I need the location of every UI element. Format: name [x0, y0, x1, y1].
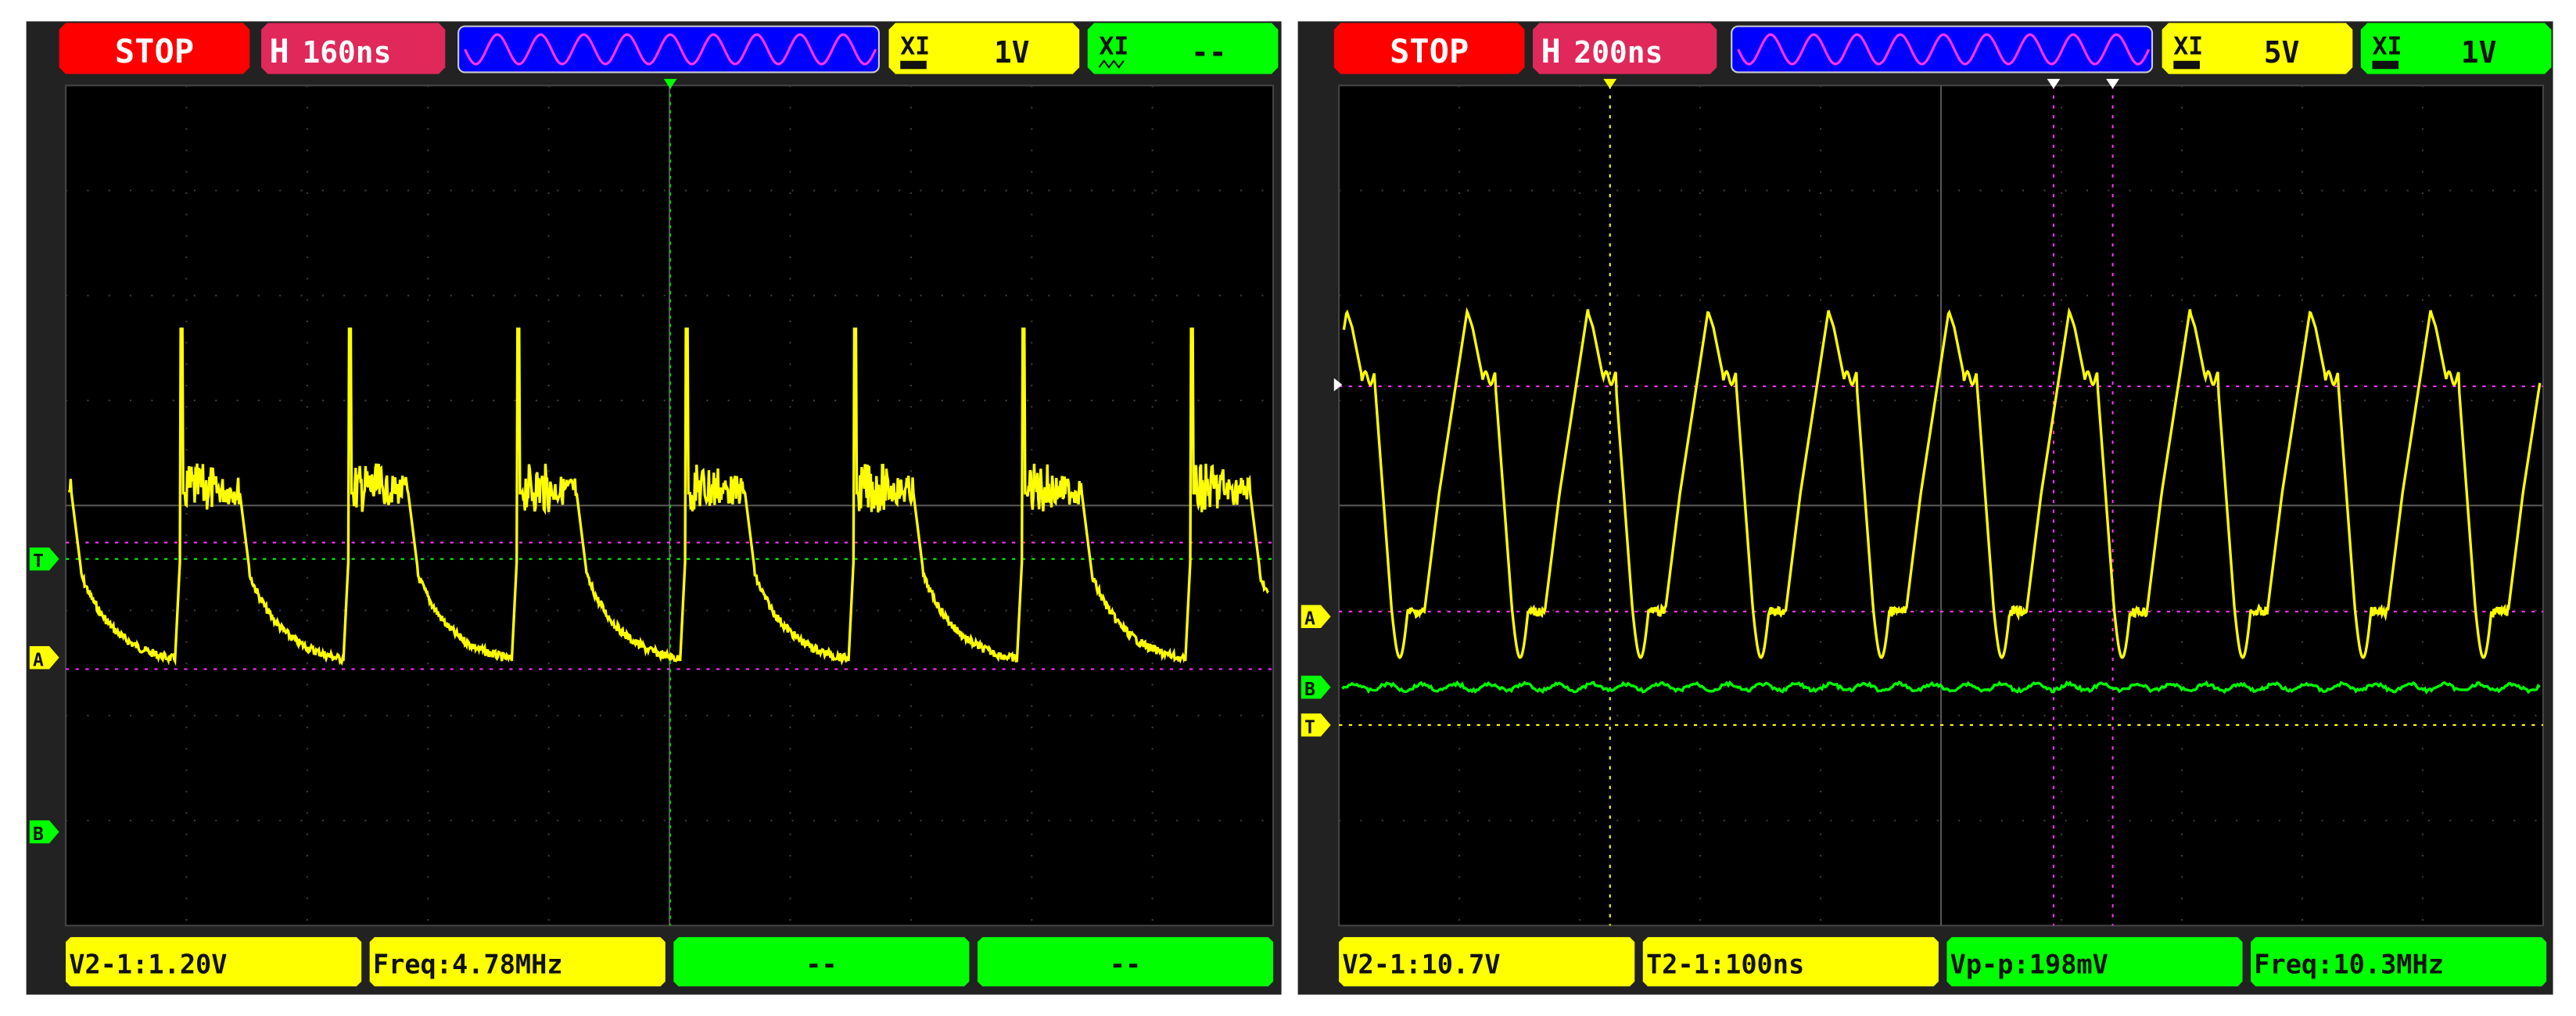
- measurement-value: --: [1110, 949, 1141, 979]
- right-ch2-scale: 1V: [2461, 35, 2497, 70]
- right-marker-t-label: T: [1304, 717, 1315, 738]
- left-timebase-prefix: H: [270, 32, 289, 70]
- left-ch1-coupling-icon: [900, 61, 927, 70]
- left-waveform-overview[interactable]: [458, 27, 879, 73]
- left-marker-t-label: T: [33, 551, 44, 572]
- measurement-value: Freq:10.3MHz: [2254, 949, 2444, 979]
- right-marker-b-label: B: [1304, 680, 1315, 700]
- measurement-value: --: [805, 949, 837, 979]
- left-timebase-value: 160ns: [303, 35, 392, 70]
- oscilloscope-screens: STOP H 160ns XI 1V XI -- T A B V2-1:1.20…: [0, 0, 2576, 1016]
- right-ch2-label: XI: [2373, 32, 2402, 60]
- right-waveform-overview[interactable]: [1731, 27, 2152, 73]
- left-ch1-label: XI: [900, 32, 930, 60]
- left-marker-a-label: A: [33, 650, 44, 670]
- right-ch1-scale: 5V: [2264, 35, 2300, 70]
- right-marker-a-label: A: [1304, 609, 1315, 630]
- left-ch1-scale: 1V: [994, 35, 1030, 70]
- right-stop-label: STOP: [1390, 32, 1469, 70]
- left-scope-panel: STOP H 160ns XI 1V XI -- T A B V2-1:1.20…: [27, 21, 1282, 994]
- right-scope-panel: STOP H 200ns XI 5V XI 1V A B T V2-1:10.7: [1298, 21, 2553, 994]
- left-stop-label: STOP: [115, 32, 194, 70]
- left-ch2-label: XI: [1099, 32, 1128, 60]
- right-timebase-prefix: H: [1541, 32, 1561, 70]
- measurement-value: T2-1:100ns: [1646, 949, 1804, 979]
- left-ch2-scale: --: [1191, 35, 1227, 70]
- right-timebase-value: 200ns: [1574, 35, 1663, 70]
- measurement-value: Freq:4.78MHz: [373, 949, 563, 979]
- measurement-value: V2-1:10.7V: [1342, 949, 1500, 979]
- measurement-value: Vp-p:198mV: [1950, 949, 2108, 979]
- right-ch1-label: XI: [2173, 32, 2203, 60]
- left-marker-b-label: B: [33, 824, 44, 845]
- right-ch2-coupling-icon: [2373, 61, 2399, 70]
- measurement-value: V2-1:1.20V: [69, 949, 227, 979]
- right-ch1-coupling-icon: [2173, 61, 2200, 70]
